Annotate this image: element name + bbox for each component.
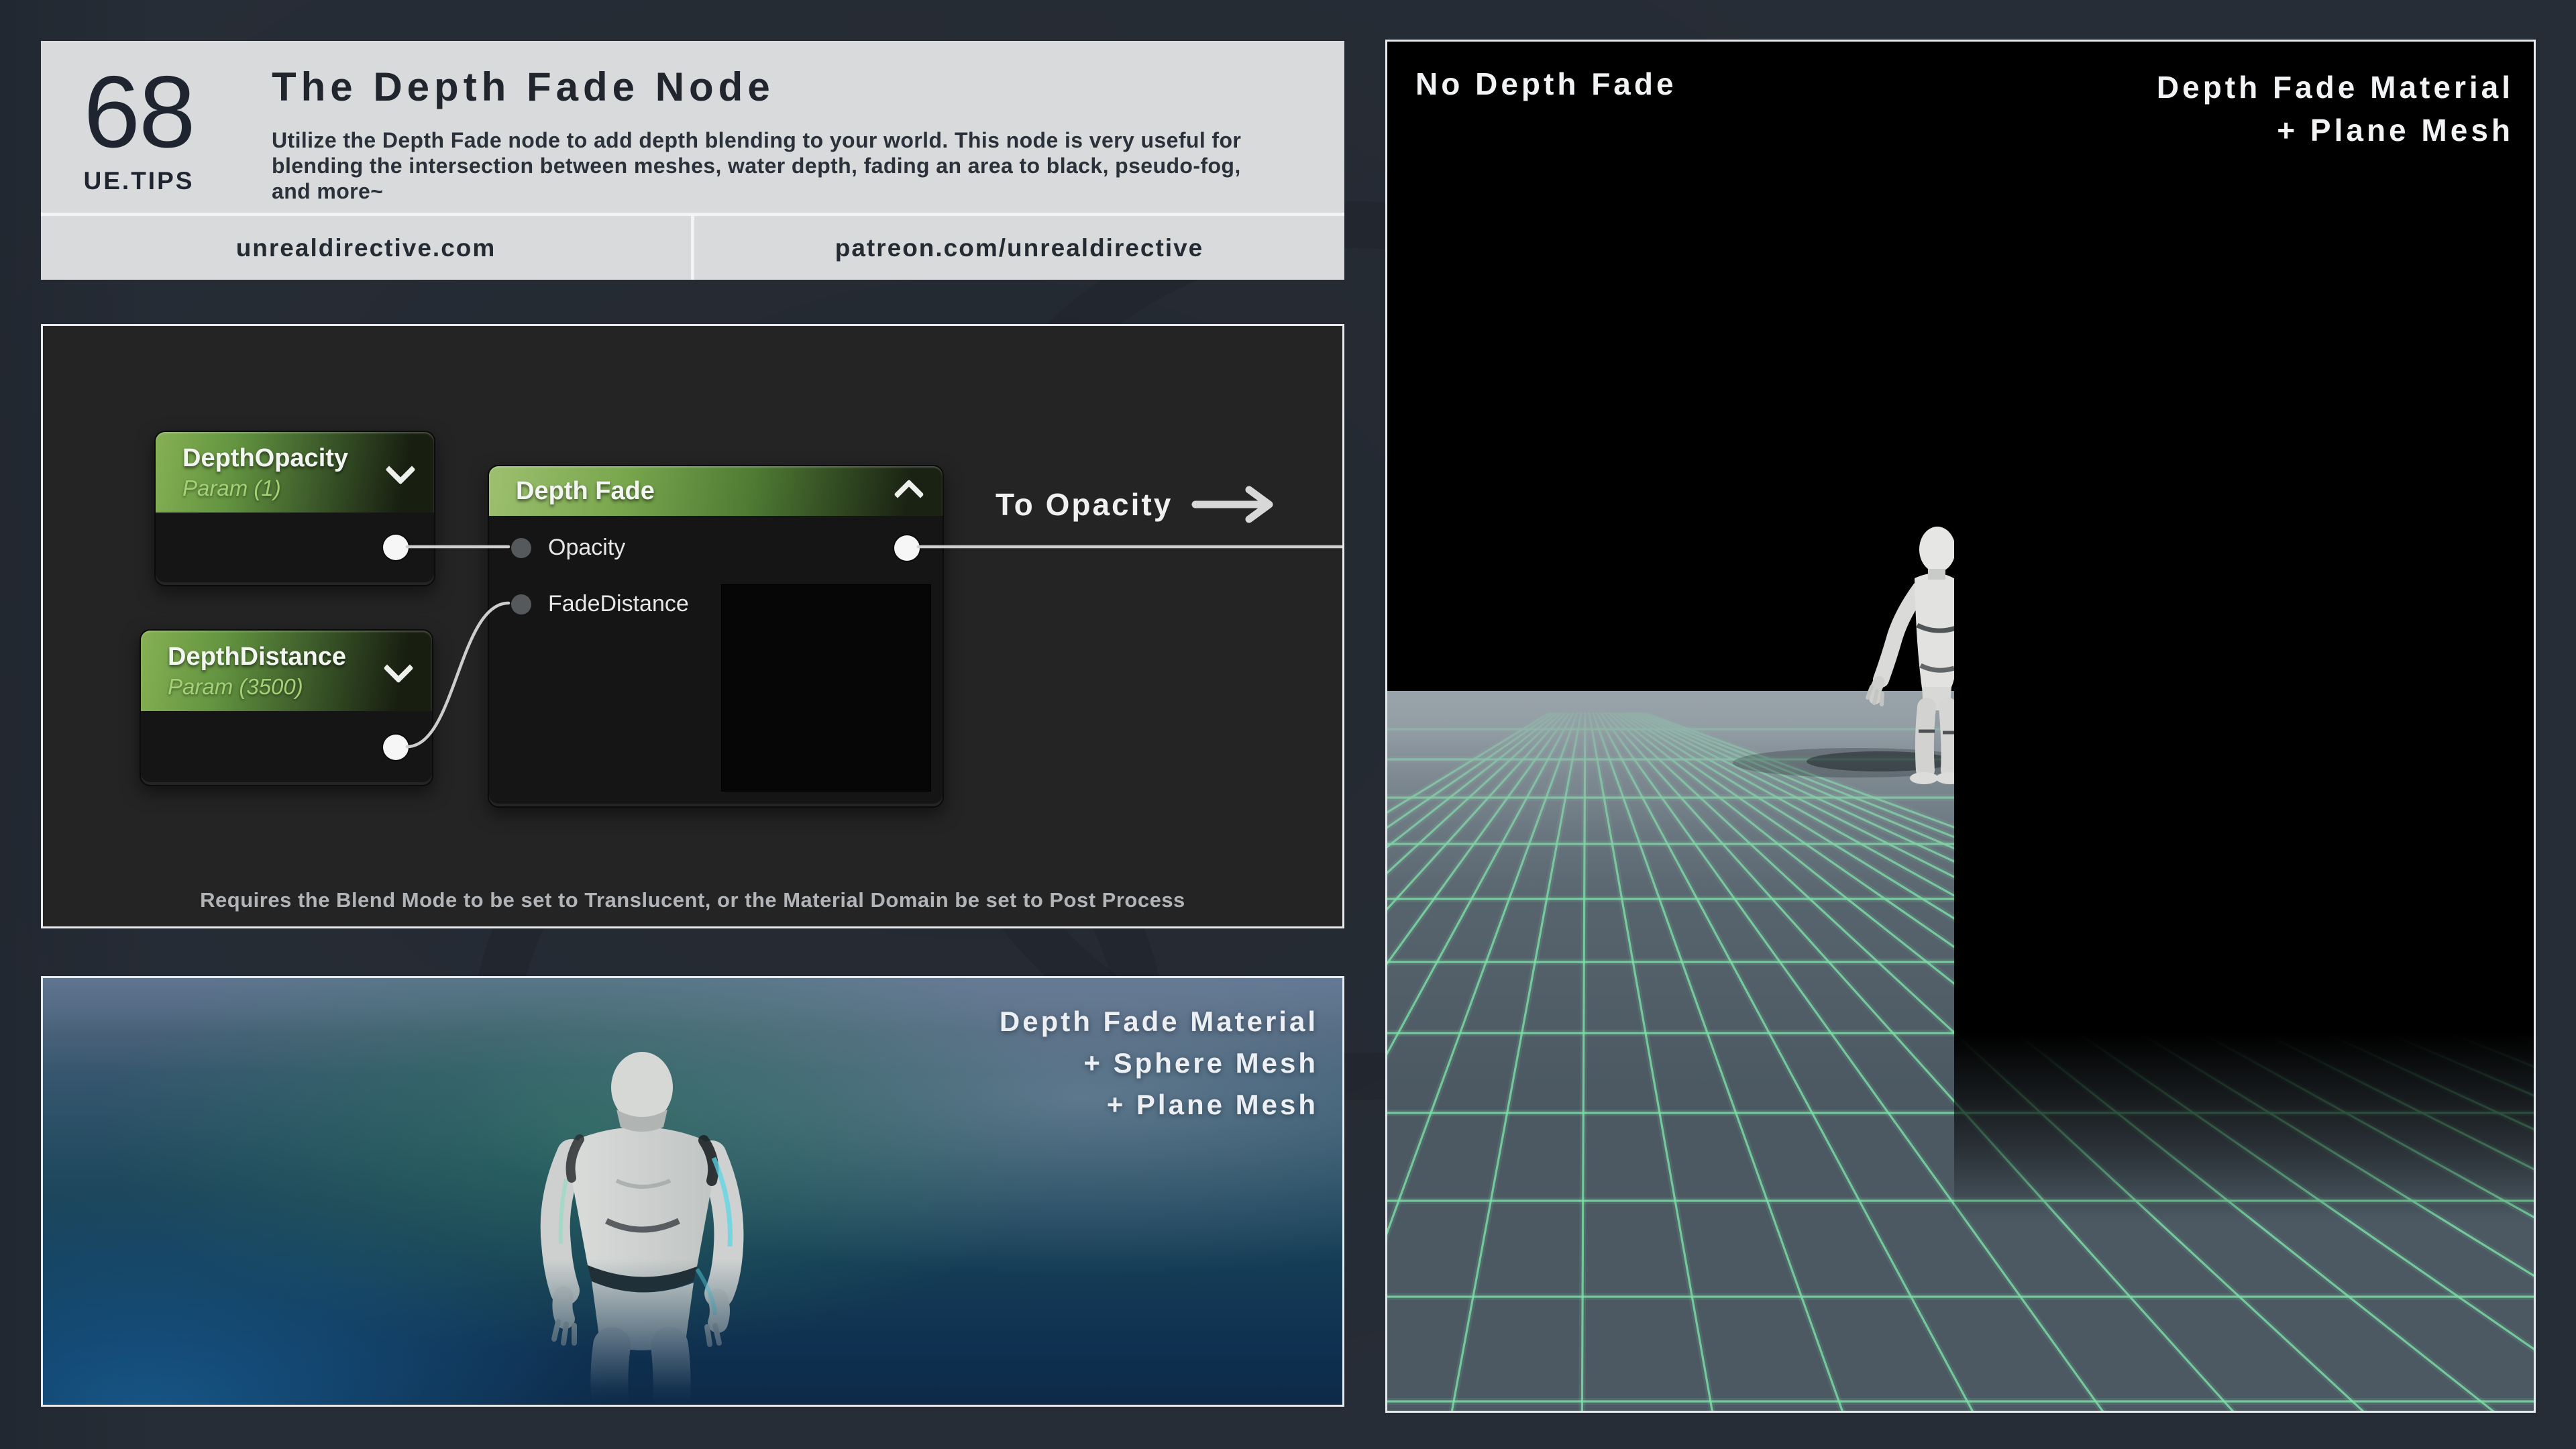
- plane-demo-caption: Depth Fade Material + Plane Mesh: [2157, 66, 2514, 152]
- node-depth-opacity[interactable]: DepthOpacity Param (1): [154, 431, 435, 586]
- to-opacity-annotation: To Opacity: [996, 484, 1279, 525]
- to-opacity-label: To Opacity: [996, 486, 1173, 523]
- header-card-footer: unrealdirective.com patreon.com/unrealdi…: [41, 213, 1344, 280]
- sphere-demo-caption: Depth Fade Material + Sphere Mesh + Plan…: [1000, 1001, 1318, 1126]
- no-depth-fade-label: No Depth Fade: [1415, 66, 1677, 102]
- node-title: DepthDistance: [168, 643, 346, 672]
- node-depth-distance-header: DepthDistance Param (3500): [141, 631, 432, 711]
- caption-line: Depth Fade Material: [1000, 1001, 1318, 1042]
- header-card-top: 68 UE.TIPS The Depth Fade Node Utilize t…: [41, 41, 1344, 213]
- node-param-value: Param (3500): [168, 674, 346, 700]
- tip-number: 68: [83, 64, 194, 160]
- node-param-value: Param (1): [182, 476, 348, 501]
- plane-demo-panel: No Depth Fade Depth Fade Material + Plan…: [1385, 40, 2536, 1413]
- infographic-canvas: 68 UE.TIPS The Depth Fade Node Utilize t…: [0, 0, 2576, 1449]
- node-title: Depth Fade: [516, 477, 655, 506]
- node-depth-distance-body: [141, 711, 432, 782]
- node-depth-fade[interactable]: Depth Fade Opacity FadeDistance: [488, 465, 944, 808]
- node-preview-box: [721, 584, 931, 792]
- chevron-down-icon[interactable]: [383, 653, 413, 683]
- viewport-scene: [1387, 42, 2534, 1411]
- brand-label: UE.TIPS: [84, 167, 195, 195]
- node-depth-opacity-body: [156, 513, 434, 582]
- pin-label-fadedistance: FadeDistance: [548, 591, 689, 617]
- input-pin-opacity[interactable]: [511, 538, 531, 558]
- node-depth-opacity-header: DepthOpacity Param (1): [156, 432, 434, 513]
- website-link[interactable]: unrealdirective.com: [41, 216, 694, 280]
- sphere-demo-panel: Depth Fade Material + Sphere Mesh + Plan…: [41, 976, 1344, 1407]
- chevron-down-icon[interactable]: [385, 454, 415, 484]
- tip-description: Utilize the Depth Fade node to add depth…: [272, 127, 1318, 204]
- header-card: 68 UE.TIPS The Depth Fade Node Utilize t…: [41, 41, 1344, 280]
- output-pin[interactable]: [383, 535, 409, 560]
- node-title: DepthOpacity: [182, 444, 348, 473]
- node-depth-fade-header: Depth Fade: [489, 466, 943, 516]
- patreon-link[interactable]: patreon.com/unrealdirective: [694, 216, 1344, 280]
- caption-line: Depth Fade Material: [2157, 66, 2514, 109]
- node-depth-distance[interactable]: DepthDistance Param (3500): [140, 629, 433, 786]
- tip-badge: 68 UE.TIPS: [41, 41, 237, 213]
- caption-line: + Sphere Mesh: [1000, 1042, 1318, 1084]
- node-graph-panel: DepthOpacity Param (1) DepthDistance Par…: [41, 324, 1344, 928]
- header-card-content: The Depth Fade Node Utilize the Depth Fa…: [237, 41, 1344, 213]
- pin-label-opacity: Opacity: [548, 535, 625, 561]
- input-pin-fadedistance[interactable]: [511, 594, 531, 614]
- graph-requirement-caption: Requires the Blend Mode to be set to Tra…: [43, 888, 1342, 912]
- depth-fade-plane: [1954, 42, 2534, 1222]
- page-title: The Depth Fade Node: [272, 64, 1318, 110]
- arrow-right-icon: [1190, 485, 1279, 524]
- caption-line: + Plane Mesh: [2157, 109, 2514, 152]
- caption-line: + Plane Mesh: [1000, 1084, 1318, 1126]
- output-pin[interactable]: [894, 535, 920, 561]
- chevron-up-icon[interactable]: [894, 479, 924, 509]
- output-pin[interactable]: [383, 735, 409, 760]
- node-depth-fade-body: Opacity FadeDistance: [489, 516, 943, 804]
